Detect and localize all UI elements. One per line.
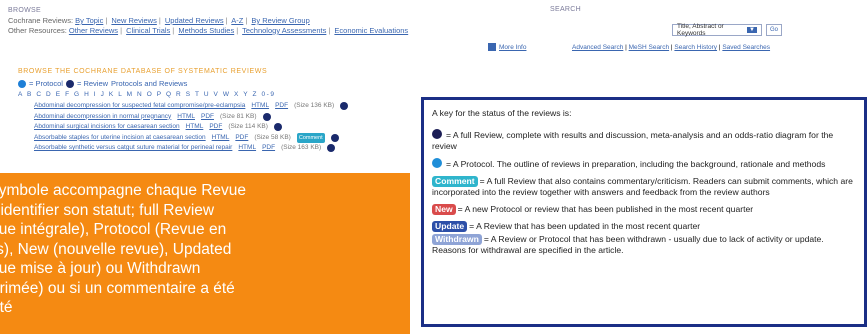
review-dot-icon <box>262 112 271 121</box>
search-controls: Title, Abstract or Keywords ▼ Go <box>672 23 782 37</box>
review-dot-icon <box>432 129 442 139</box>
search-go-button[interactable]: Go <box>766 24 782 36</box>
browse-link-methods-studies[interactable]: Methods Studies <box>178 26 234 35</box>
review-dot-icon <box>330 133 339 142</box>
comment-badge: Comment <box>432 176 478 187</box>
key-update-text: = A Review that has been updated in the … <box>469 221 701 231</box>
browse-link-clinical-trials[interactable]: Clinical Trials <box>126 26 170 35</box>
html-link[interactable]: HTML <box>177 112 195 123</box>
list-item: Absorbable synthetic versus catgut sutur… <box>34 143 348 154</box>
more-info-link[interactable]: More Info <box>488 43 526 51</box>
browse-link-new-reviews[interactable]: New Reviews <box>111 16 156 25</box>
browse-row-other: Other Resources: Other Reviews | Clinical… <box>8 26 409 35</box>
key-entry-protocol: = A Protocol. The outline of reviews in … <box>432 158 856 170</box>
advanced-search-link[interactable]: Advanced Search <box>572 44 623 51</box>
review-dot-icon <box>273 123 282 132</box>
browse-row-lead: Cochrane Reviews: <box>8 16 74 25</box>
pdf-link[interactable]: PDF <box>235 133 248 144</box>
search-field-select[interactable]: Title, Abstract or Keywords ▼ <box>672 23 762 37</box>
search-field-value: Title, Abstract or Keywords <box>677 23 724 37</box>
more-info-label[interactable]: More Info <box>499 44 526 51</box>
html-link[interactable]: HTML <box>186 122 204 133</box>
html-link[interactable]: HTML <box>238 143 256 154</box>
browse-link-by-topic[interactable]: By Topic <box>75 16 103 25</box>
alphabet-index[interactable]: A B C D E F G H I J K L M N O P Q R S T … <box>18 91 276 98</box>
list-item: Abdominal decompression in normal pregna… <box>34 112 348 123</box>
browse-link-by-review-group[interactable]: By Review Group <box>251 16 309 25</box>
key-title: A key for the status of the reviews is: <box>432 108 572 118</box>
search-heading: SEARCH <box>550 6 581 13</box>
list-item: Abdominal surgical incisions for caesare… <box>34 122 348 133</box>
new-badge: New <box>432 204 456 215</box>
file-size: (Size 136 KB) <box>294 102 335 109</box>
review-title-link[interactable]: Abdominal decompression for suspected fe… <box>34 101 245 112</box>
withdrawn-badge: Withdrawn <box>432 234 482 245</box>
file-size: (Size 163 KB) <box>281 144 322 151</box>
saved-searches-link[interactable]: Saved Searches <box>722 44 770 51</box>
key-review-text: = A full Review, complete with results a… <box>432 130 834 151</box>
list-item: Absorbable staples for uterine incision … <box>34 132 348 144</box>
section-title: BROWSE THE COCHRANE DATABASE OF SYSTEMAT… <box>18 68 268 75</box>
file-size: (Size 58 KB) <box>254 133 291 141</box>
review-dot-icon <box>65 79 74 88</box>
status-legend-line: = Protocol = Review Protocols and Review… <box>18 79 187 88</box>
search-links: Advanced Search | MeSH Search | Search H… <box>572 44 771 51</box>
search-history-link[interactable]: Search History <box>674 44 717 51</box>
review-dot-icon <box>327 144 336 153</box>
mesh-search-link[interactable]: MeSH Search <box>629 44 669 51</box>
search-panel: SEARCH Title, Abstract or Keywords ▼ Go <box>550 6 782 37</box>
browse-link-updated-reviews[interactable]: Updated Reviews <box>165 16 224 25</box>
caption-text: symbole accompagne chaque Revue r identi… <box>0 182 247 316</box>
key-entry-review: = A full Review, complete with results a… <box>432 129 856 152</box>
update-badge: Update <box>432 221 468 232</box>
comment-badge: Comment <box>296 132 325 143</box>
protocol-dot-icon <box>432 158 442 168</box>
key-entry-update: Update = A Review that has been updated i… <box>432 221 856 232</box>
legend-tail: Protocols and Reviews <box>111 79 188 88</box>
key-entry-withdrawn: Withdrawn = A Review or Protocol that has… <box>432 234 856 256</box>
pdf-link[interactable]: PDF <box>275 101 288 112</box>
review-dot-icon <box>340 102 349 111</box>
key-protocol-text: = A Protocol. The outline of reviews in … <box>446 159 826 169</box>
status-key-panel: A key for the status of the reviews is: … <box>421 97 867 327</box>
html-link[interactable]: HTML <box>251 101 269 112</box>
caption-box: symbole accompagne chaque Revue r identi… <box>0 173 410 334</box>
pdf-link[interactable]: PDF <box>201 112 214 123</box>
file-size: (Size 81 KB) <box>220 112 257 120</box>
info-square-icon <box>488 43 496 51</box>
key-new-text: = A new Protocol or review that has been… <box>457 204 754 214</box>
html-link[interactable]: HTML <box>212 133 230 144</box>
browse-heading: BROWSE <box>8 7 41 14</box>
pdf-link[interactable]: PDF <box>209 122 222 133</box>
browse-link-a-z[interactable]: A-Z <box>231 16 243 25</box>
review-title-link[interactable]: Abdominal decompression in normal pregna… <box>34 112 171 123</box>
browse-panel: BROWSE Cochrane Reviews: By Topic | New R… <box>8 6 408 36</box>
list-item: Abdominal decompression for suspected fe… <box>34 101 349 112</box>
legend-review-label: = Review <box>76 79 109 88</box>
review-title-link[interactable]: Abdominal surgical incisions for caesare… <box>34 122 180 133</box>
legend-protocol-label: = Protocol <box>29 79 63 88</box>
chevron-down-icon: ▼ <box>747 27 757 33</box>
browse-link-other-reviews[interactable]: Other Reviews <box>69 26 118 35</box>
pdf-link[interactable]: PDF <box>262 143 275 154</box>
browse-row-cochrane: Cochrane Reviews: By Topic | New Reviews |… <box>8 16 310 25</box>
browse-link-technology-assessments[interactable]: Technology Assessments <box>242 26 326 35</box>
key-withdrawn-text: = A Review or Protocol that has been wit… <box>432 234 824 255</box>
browse-link-economic-evaluations[interactable]: Economic Evaluations <box>334 26 408 35</box>
review-title-link[interactable]: Absorbable synthetic versus catgut sutur… <box>34 143 232 154</box>
key-entry-comment: Comment = A full Review that also contain… <box>432 176 856 198</box>
browse-row-lead: Other Resources: <box>8 26 67 35</box>
file-size: (Size 114 KB) <box>228 123 268 130</box>
review-title-link[interactable]: Absorbable staples for uterine incision … <box>34 133 206 144</box>
key-comment-text: = A full Review that also contains comme… <box>432 176 853 197</box>
protocol-dot-icon <box>18 79 26 88</box>
review-list: Abdominal decompression for suspected fe… <box>34 101 349 154</box>
key-entry-new: New = A new Protocol or review that has b… <box>432 204 856 215</box>
